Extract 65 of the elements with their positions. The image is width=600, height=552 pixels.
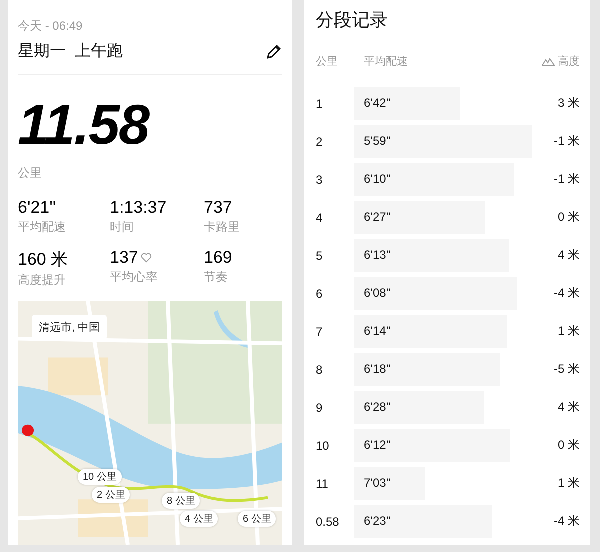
column-header: 高度 [558, 54, 580, 69]
km-cell-text: 1 [316, 96, 324, 110]
distance-marker: 4 公里 [180, 511, 218, 527]
distance-value: 11.58 [18, 95, 149, 155]
stat-label: 高度提升 [18, 272, 66, 289]
distance-marker: 2 公里 [92, 487, 130, 503]
pace-cell: 6'27'' [364, 210, 391, 224]
stat-label: 卡路里 [204, 219, 240, 236]
pace-cell: 6'18'' [364, 362, 391, 376]
km-cell-text: 8 [316, 362, 324, 376]
heart-icon [141, 253, 152, 263]
elevation-cell: 1 米 [558, 475, 580, 492]
distance-marker: 8 公里 [162, 493, 200, 509]
mountain-icon [542, 57, 555, 66]
pace-cell: 6'12'' [364, 438, 391, 452]
elevation-cell: 0 米 [558, 209, 580, 226]
km-cell-text: 3 [316, 172, 324, 186]
elevation-cell: 3 米 [558, 95, 580, 112]
column-header: 公里 [316, 55, 339, 69]
stat-value: 6'21'' [18, 198, 56, 218]
location-label: 清远市, 中国 [32, 315, 108, 340]
km-cell-text: 7 [316, 324, 324, 338]
pace-cell: 6'14'' [364, 324, 391, 338]
column-header: 平均配速 [364, 55, 409, 69]
elevation-cell: -4 米 [554, 513, 580, 530]
km-cell-text: 0.58 [316, 514, 340, 528]
km-cell-text: 4 [316, 210, 324, 224]
distance-marker: 6 公里 [238, 511, 276, 527]
stat-value: 137 [110, 248, 152, 268]
stat-value: 737 [204, 198, 232, 218]
elevation-cell: -1 米 [554, 133, 580, 150]
km-cell-text: 2 [316, 134, 324, 148]
pace-cell: 6'23'' [364, 514, 391, 528]
km-cell-text: 6 [316, 286, 324, 300]
section-title: 分段记录 [316, 9, 388, 32]
stat-label: 节奏 [204, 269, 228, 286]
elevation-cell: 1 米 [558, 323, 580, 340]
pace-cell: 7'03'' [364, 476, 391, 490]
distance-marker: 10 公里 [78, 469, 122, 485]
pace-cell: 6'42'' [364, 96, 391, 110]
elevation-cell: -1 米 [554, 171, 580, 188]
pace-cell: 6'28'' [364, 400, 391, 414]
distance-unit: 公里 [18, 165, 42, 182]
elevation-cell: -4 米 [554, 285, 580, 302]
pencil-icon[interactable] [266, 44, 282, 60]
stat-value: 160 米 [18, 249, 68, 271]
stat-label: 时间 [110, 219, 134, 236]
km-cell-text: 10 [316, 438, 330, 452]
elevation-cell: -5 米 [554, 361, 580, 378]
stat-label: 平均配速 [18, 219, 66, 236]
km-cell-text: 5 [316, 248, 324, 262]
km-cell-text: 11 [316, 476, 330, 490]
pace-cell: 6'08'' [364, 286, 391, 300]
stat-value: 1:13:37 [110, 198, 167, 218]
stat-label: 平均心率 [110, 269, 158, 286]
elevation-cell: 4 米 [558, 399, 580, 416]
km-cell-text: 9 [316, 400, 324, 414]
elevation-cell: 4 米 [558, 247, 580, 264]
activity-title: 星期一 上午跑 [18, 42, 123, 62]
pace-cell: 6'13'' [364, 248, 391, 262]
date-time: 今天 - 06:49 [18, 18, 83, 35]
pace-cell: 5'59'' [364, 134, 391, 148]
pace-cell: 6'10'' [364, 172, 391, 186]
stat-value: 169 [204, 248, 232, 268]
elevation-cell: 0 米 [558, 437, 580, 454]
